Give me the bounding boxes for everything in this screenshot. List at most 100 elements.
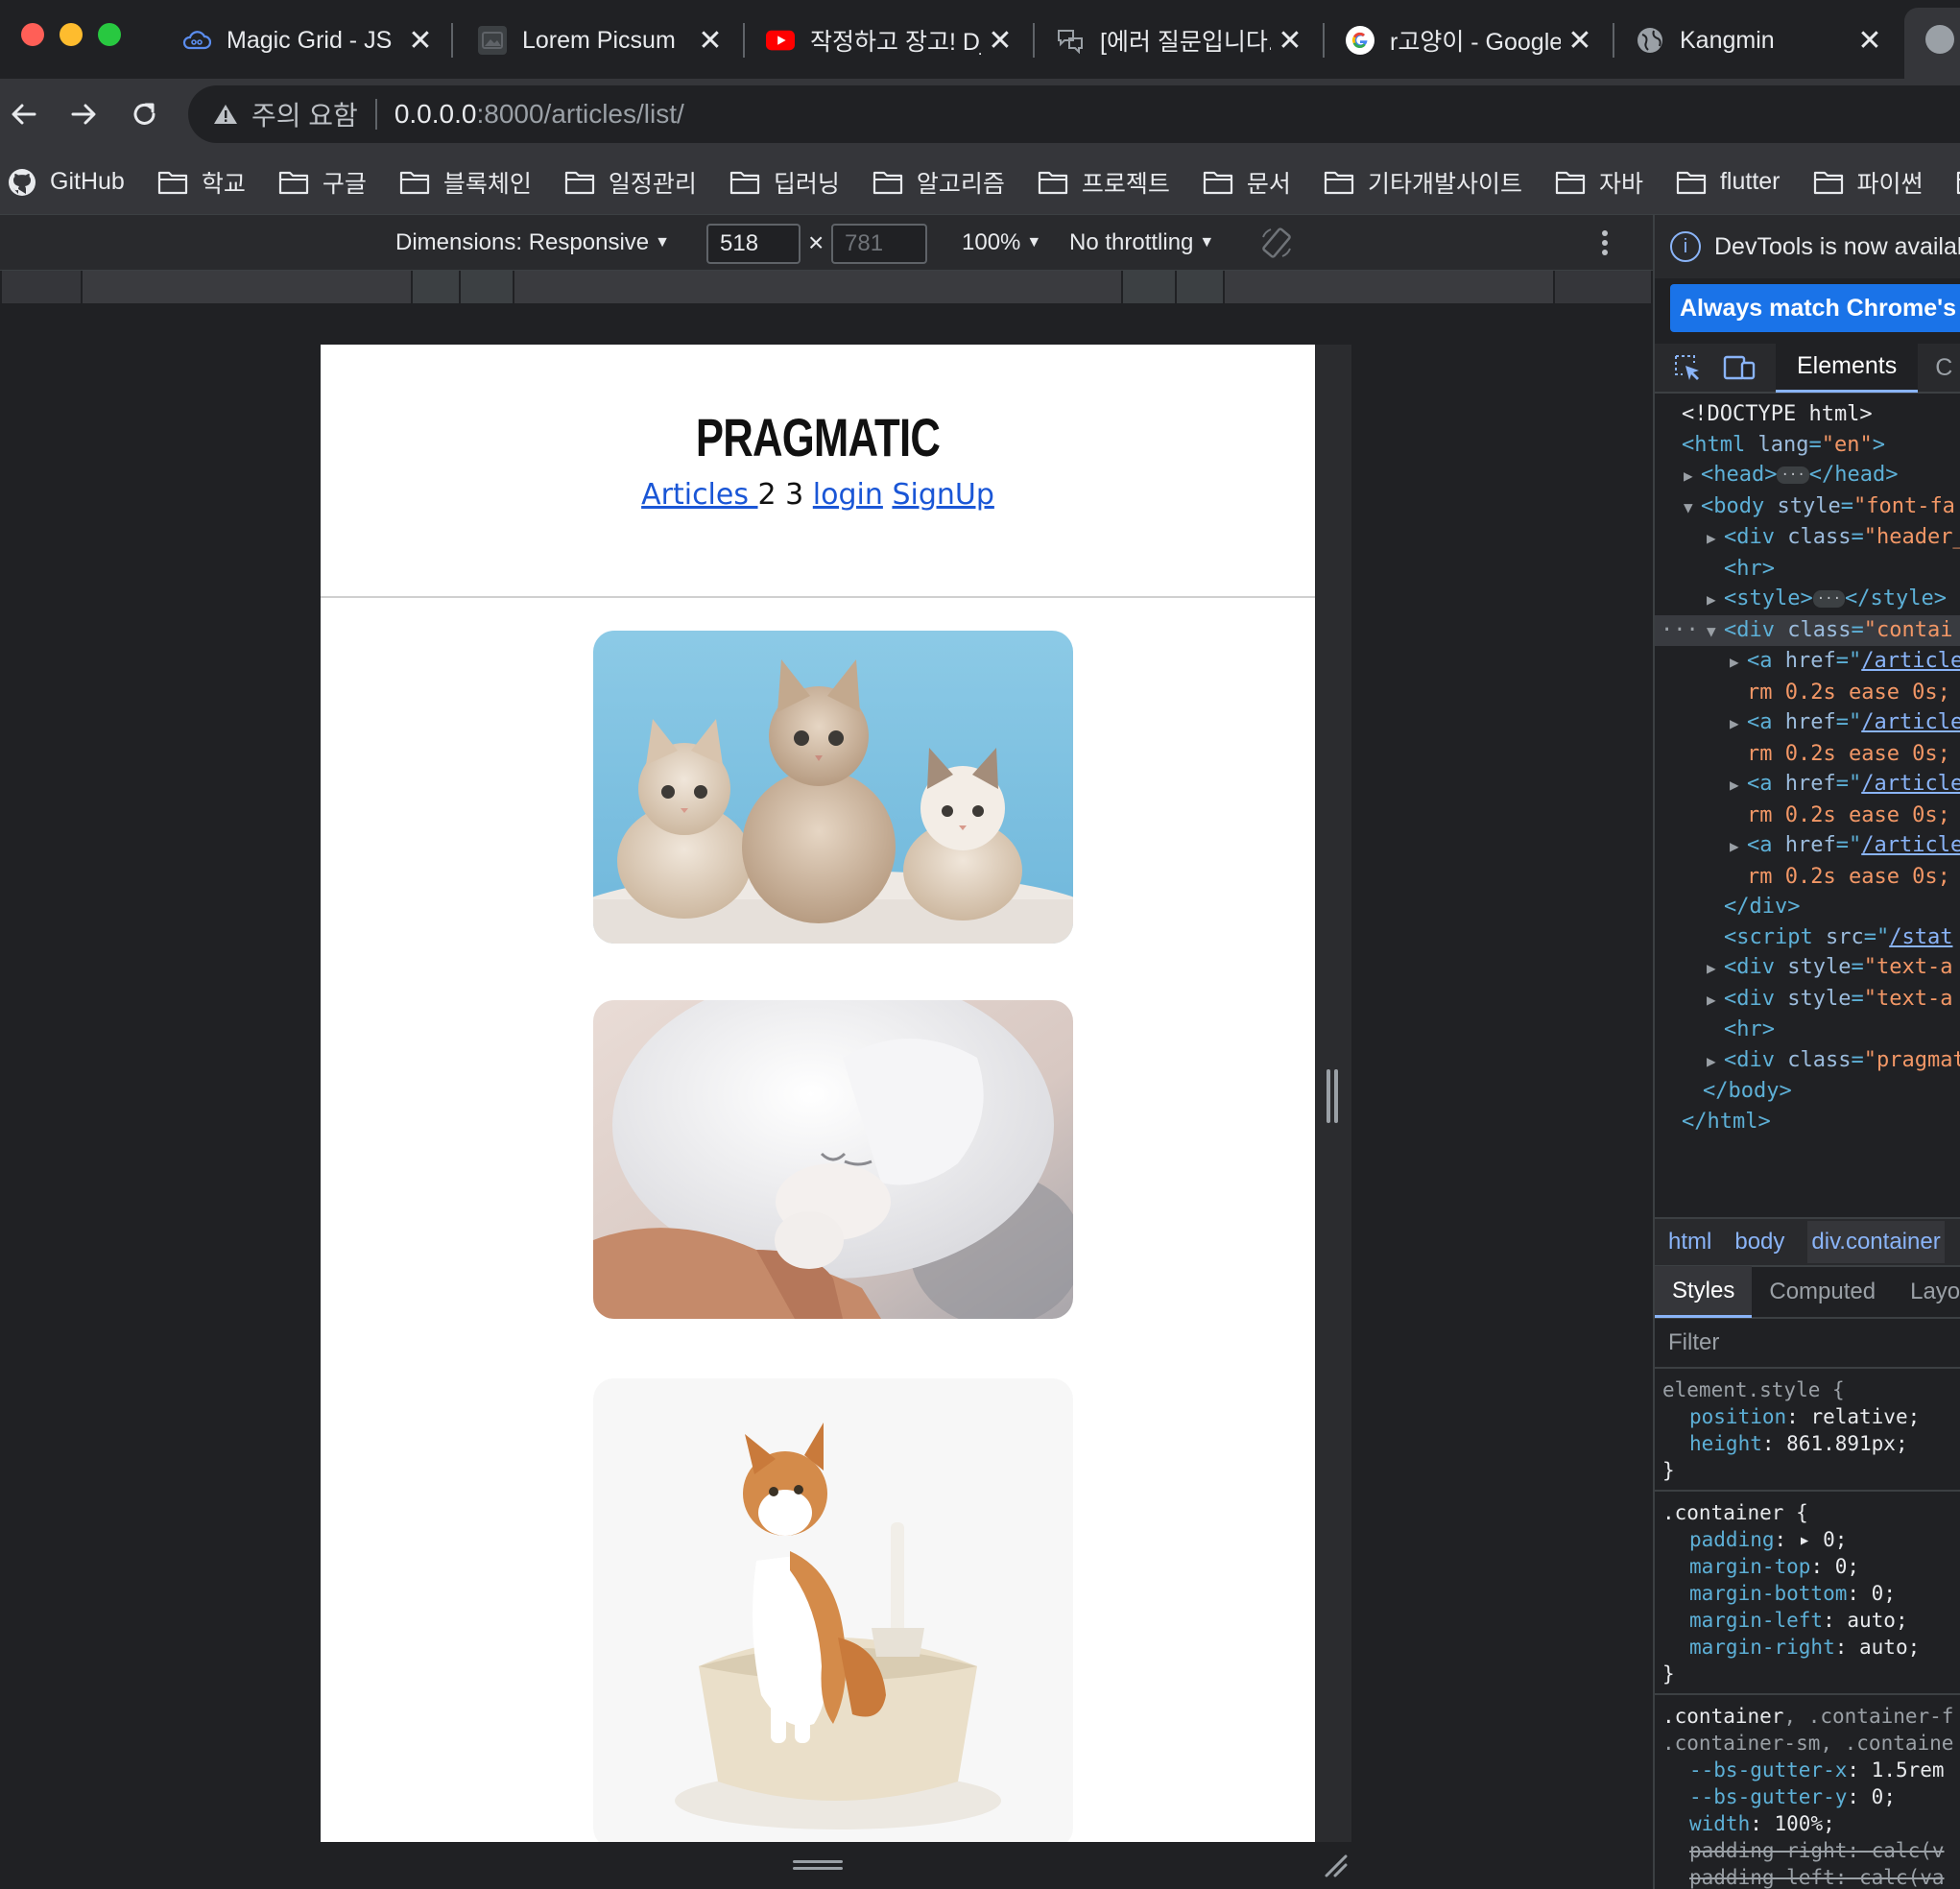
bookmark-folder-java[interactable]: 자바 [1555, 165, 1643, 200]
css-property[interactable]: margin-left: auto; [1662, 1607, 1960, 1634]
address-bar[interactable]: 주의 요함 0.0.0.0 :8000/articles/list/ [188, 85, 1960, 143]
close-icon[interactable]: ✕ [1856, 24, 1883, 58]
bookmark-folder-project[interactable]: 프로젝트 [1038, 165, 1170, 200]
zoom-dropdown[interactable]: 100% ▼ [962, 215, 1041, 271]
media-query-segment[interactable] [1553, 271, 1651, 303]
css-property-overridden[interactable]: padding-right: calc(v [1662, 1837, 1960, 1864]
viewport-width-input[interactable]: 518 [706, 224, 801, 264]
bookmark-folder-python[interactable]: 파이썬 [1813, 165, 1924, 200]
dom-node[interactable]: ▶ <a href="/article [1655, 707, 1960, 739]
more-options-button[interactable] [1601, 215, 1609, 271]
breadcrumb-body[interactable]: body [1734, 1229, 1784, 1255]
bookmark-folder-deeplearning[interactable]: 딥러닝 [729, 165, 840, 200]
media-query-segment[interactable] [1175, 271, 1223, 303]
media-query-segment[interactable] [1223, 271, 1553, 303]
bookmark-folder-docs[interactable]: 문서 [1203, 165, 1291, 200]
close-window-button[interactable] [21, 23, 44, 46]
dom-node[interactable]: ▶ <div class="pragmat [1655, 1045, 1960, 1077]
back-button[interactable] [2, 92, 46, 136]
tab-computed[interactable]: Computed [1752, 1266, 1893, 1318]
bookmark-folder-google[interactable]: 구글 [278, 165, 367, 200]
dom-node[interactable]: ▶ <style> ··· </style> [1655, 584, 1960, 615]
bookmark-folder-dev-sites[interactable]: 기타개발사이트 [1324, 165, 1522, 200]
article-card-orange-cat[interactable] [593, 1378, 1073, 1842]
device-toggle-icon[interactable] [1720, 348, 1758, 387]
css-property[interactable]: --bs-gutter-x: 1.5rem [1662, 1757, 1960, 1783]
dom-node[interactable]: ▶ <a href="/article [1655, 646, 1960, 678]
css-property-overridden[interactable]: padding-left: calc(va [1662, 1864, 1960, 1889]
viewport-resize-corner[interactable] [1323, 1853, 1348, 1877]
media-query-segment[interactable] [411, 271, 459, 303]
match-language-button[interactable]: Always match Chrome's language [1670, 284, 1960, 332]
bookmark-folder-algorithm[interactable]: 알고리즘 [872, 165, 1005, 200]
media-query-segment[interactable] [459, 271, 513, 303]
inspect-element-icon[interactable] [1668, 348, 1707, 387]
css-property[interactable]: width: 100%; [1662, 1810, 1960, 1837]
close-icon[interactable]: ✕ [697, 24, 724, 58]
tab-console-partial[interactable]: C [1935, 354, 1952, 382]
breadcrumb-div-container[interactable]: div.container [1807, 1221, 1945, 1263]
media-query-segment[interactable] [81, 271, 411, 303]
dom-node[interactable]: ▶ <head> ··· </head> [1655, 460, 1960, 491]
close-icon[interactable]: ✕ [407, 24, 434, 58]
warning-icon[interactable] [211, 100, 240, 129]
close-icon[interactable]: ✕ [1277, 24, 1303, 58]
css-property[interactable]: position: relative; [1662, 1403, 1960, 1430]
tab-kangmin[interactable]: Kangmin ✕ [1636, 17, 1883, 63]
styles-filter-input[interactable]: Filter [1655, 1319, 1960, 1369]
dom-node[interactable]: ▶ <a href="/article [1655, 769, 1960, 801]
media-query-segment[interactable] [513, 271, 1121, 303]
tab-magic-grid[interactable]: Magic Grid - JS ✕ [182, 17, 434, 63]
rotate-button[interactable] [1259, 215, 1294, 271]
tab-elements[interactable]: Elements [1776, 343, 1919, 393]
css-property[interactable]: padding: ▸ 0; [1662, 1526, 1960, 1553]
reload-button[interactable] [123, 92, 167, 136]
dom-node[interactable]: ▶ <div class="header_ [1655, 522, 1960, 554]
security-warning-label[interactable]: 주의 요함 [251, 95, 358, 133]
bookmark-github[interactable]: GitHub [8, 168, 125, 197]
dom-node[interactable]: </body> [1655, 1076, 1960, 1107]
dom-node[interactable]: <hr> [1655, 554, 1960, 585]
tab-styles[interactable]: Styles [1655, 1266, 1753, 1318]
dom-node[interactable]: <html lang="en"> [1655, 430, 1960, 461]
dom-node[interactable]: </div> [1655, 892, 1960, 922]
bookmark-folder-more[interactable]: 레 [1956, 165, 1960, 200]
tab-lorem-picsum[interactable]: Lorem Picsum ✕ [478, 17, 724, 63]
media-query-segment[interactable] [0, 271, 81, 303]
bookmark-folder-schedule[interactable]: 일정관리 [564, 165, 697, 200]
dom-node[interactable]: <script src="/stat [1655, 922, 1960, 953]
viewport-resize-handle-bottom[interactable] [793, 1860, 843, 1872]
tab-google-search[interactable]: r고양이 - Google ✕ [1346, 17, 1593, 63]
nav-link-articles[interactable]: Articles [641, 478, 757, 512]
forward-button[interactable] [61, 92, 106, 136]
minimize-window-button[interactable] [60, 23, 83, 46]
nav-link-signup[interactable]: SignUp [892, 478, 993, 512]
bookmark-folder-school[interactable]: 학교 [157, 165, 246, 200]
css-property[interactable]: margin-bottom: 0; [1662, 1580, 1960, 1607]
nav-link-login[interactable]: login [813, 478, 883, 512]
article-card-kittens[interactable] [593, 631, 1073, 944]
dom-node[interactable]: ▼ <body style="font-fa [1655, 491, 1960, 523]
tab-error-question[interactable]: [에러 질문입니다.] ✕ [1056, 17, 1303, 63]
dom-node[interactable]: <!DOCTYPE html> [1655, 399, 1960, 430]
maximize-window-button[interactable] [98, 23, 121, 46]
bookmark-folder-flutter[interactable]: flutter [1676, 168, 1781, 196]
css-property[interactable]: height: 861.891px; [1662, 1430, 1960, 1457]
css-property[interactable]: --bs-gutter-y: 0; [1662, 1783, 1960, 1810]
tab-layout[interactable]: Layo [1893, 1266, 1960, 1318]
bookmark-folder-blockchain[interactable]: 블록체인 [399, 165, 532, 200]
css-property[interactable]: margin-top: 0; [1662, 1553, 1960, 1580]
dom-node[interactable]: ▶ <a href="/article [1655, 830, 1960, 862]
dom-node[interactable]: ▶ <div style="text-a [1655, 952, 1960, 984]
dom-node[interactable]: <hr> [1655, 1015, 1960, 1045]
viewport-height-input[interactable]: 781 [831, 224, 927, 264]
throttling-dropdown[interactable]: No throttling ▼ [1069, 215, 1214, 271]
media-query-segment[interactable] [1121, 271, 1175, 303]
article-card-white-cat[interactable] [593, 1000, 1073, 1319]
viewport-resize-handle-right[interactable] [1327, 1069, 1340, 1123]
breadcrumb-html[interactable]: html [1668, 1229, 1711, 1255]
close-icon[interactable]: ✕ [1566, 24, 1593, 58]
dimensions-dropdown[interactable]: Dimensions: Responsive ▼ [395, 215, 670, 271]
tab-youtube-django[interactable]: 작정하고 장고! Dj ✕ [766, 17, 1014, 63]
css-property[interactable]: margin-right: auto; [1662, 1634, 1960, 1661]
